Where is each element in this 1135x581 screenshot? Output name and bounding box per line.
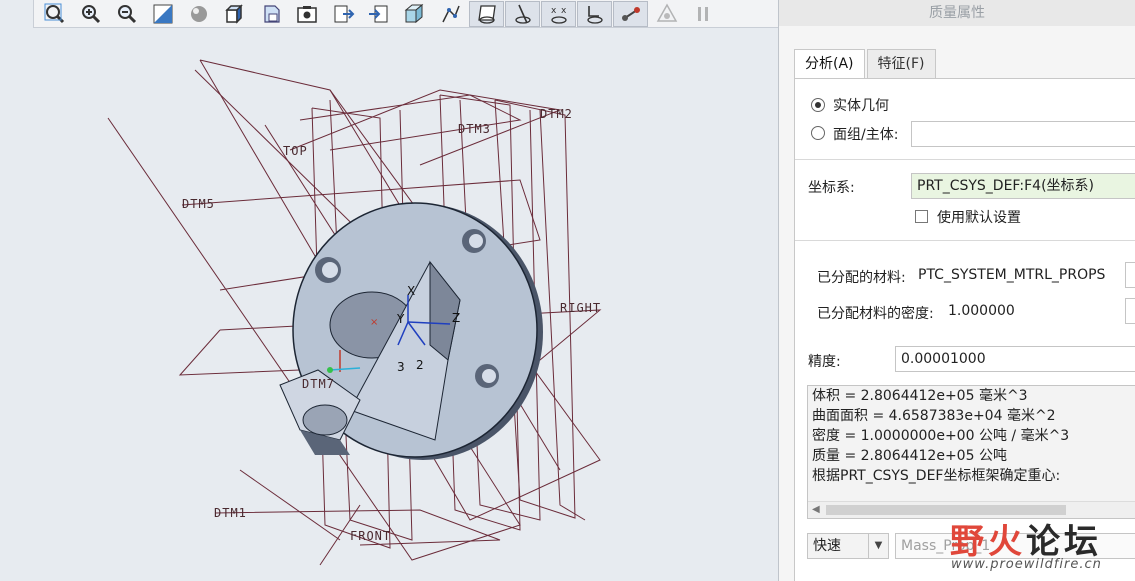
datum-display-icon[interactable] — [325, 1, 360, 27]
annotation-icon[interactable] — [613, 0, 648, 27]
use-default-checkbox[interactable] — [915, 210, 928, 223]
part-model — [279, 202, 543, 460]
svg-text:x: x — [551, 6, 557, 16]
results-output[interactable]: 体积 = 2.8064412e+05 毫米^3 曲面面积 = 4.6587383… — [807, 385, 1135, 519]
analysis-panel: 实体几何 面组/主体: 坐标系: PRT_CSYS_DEF:F4(坐标系) 使用… — [794, 78, 1135, 581]
scroll-left-icon[interactable]: ◀ — [812, 504, 820, 515]
datum-label-top: TOP — [283, 144, 308, 158]
graphics-window[interactable]: × TOP DTM3 DTM2 DTM5 RIGHT DTM7 DTM1 FRO… — [0, 28, 778, 581]
scroll-thumb[interactable] — [826, 505, 1066, 515]
precision-field[interactable]: 0.00001000 — [895, 346, 1135, 372]
pause-icon[interactable] — [685, 1, 720, 27]
assigned-material-value: PTC_SYSTEM_MTRL_PROPS — [918, 267, 1106, 283]
axis-label-y: Y — [397, 312, 405, 326]
result-line-mass: 质量 = 2.8064412e+05 公吨 — [812, 448, 1007, 464]
divider — [795, 159, 1135, 160]
datum-label-dtm2: DTM2 — [540, 107, 573, 121]
view-manager-icon[interactable] — [253, 1, 288, 27]
dialog-tabs: 分析(A) 特征(F) — [794, 49, 938, 79]
results-scrollbar[interactable]: ◀ — [808, 501, 1135, 518]
solid-geometry-label: 实体几何 — [833, 98, 889, 114]
view-toolbar: xx — [33, 0, 778, 28]
display-style-icon[interactable] — [181, 1, 216, 27]
repaint-icon[interactable] — [145, 1, 180, 27]
quilt-body-field[interactable] — [911, 121, 1135, 147]
solid-geometry-radio[interactable] — [811, 98, 825, 112]
datum-planes-icon[interactable] — [469, 0, 504, 27]
assigned-material-label: 已分配的材料: — [817, 270, 906, 286]
datum-label-dtm3: DTM3 — [458, 122, 491, 136]
axis-label-2: 2 — [416, 358, 424, 372]
datum-label-dtm1: DTM1 — [214, 506, 247, 520]
result-line-center-of-gravity: 根据PRT_CSYS_DEF坐标框架确定重心: — [812, 468, 1061, 484]
material-button[interactable] — [1125, 262, 1135, 288]
datum-label-right: RIGHT — [560, 301, 602, 315]
material-density-value: 1.000000 — [948, 303, 1015, 319]
quilt-body-label: 面组/主体: — [833, 127, 899, 143]
divider — [795, 240, 1135, 241]
result-line-density: 密度 = 1.0000000e+00 公吨 / 毫米^3 — [812, 428, 1070, 444]
csys-label: 坐标系: — [808, 180, 855, 196]
datum-axes-icon[interactable] — [505, 0, 540, 27]
axis-label-x: X — [407, 284, 416, 298]
section-icon[interactable] — [397, 1, 432, 27]
result-line-surface-area: 曲面面积 = 4.6587383e+04 毫米^2 — [812, 408, 1056, 424]
analysis-name-field[interactable]: Mass_Prop_1 — [895, 533, 1135, 559]
mode-select-value: 快速 — [813, 538, 841, 554]
tab-analysis[interactable]: 分析(A) — [794, 49, 865, 79]
csys-display-icon[interactable] — [577, 0, 612, 27]
svg-text:×: × — [370, 317, 378, 328]
dialog-title: 质量属性 — [779, 0, 1135, 26]
zoom-out-icon[interactable] — [109, 1, 144, 27]
svg-text:x: x — [561, 6, 567, 16]
perspective-icon[interactable] — [289, 1, 324, 27]
tab-feature[interactable]: 特征(F) — [866, 49, 936, 78]
datum-label-dtm7: DTM7 — [302, 377, 335, 391]
datum-label-dtm5: DTM5 — [182, 197, 215, 211]
density-button[interactable] — [1125, 298, 1135, 324]
material-density-label: 已分配材料的密度: — [817, 306, 934, 322]
result-line-volume: 体积 = 2.8064412e+05 毫米^3 — [812, 388, 1028, 404]
datum-points-icon[interactable]: xx — [541, 0, 576, 27]
axis-label-z: Z — [452, 311, 461, 325]
zoom-in-icon[interactable] — [73, 1, 108, 27]
zoom-fit-icon[interactable] — [37, 1, 72, 27]
mass-properties-dialog: 质量属性 分析(A) 特征(F) 实体几何 面组/主体: 坐标系: PRT_CS… — [778, 0, 1135, 581]
datum-label-front: FRONT — [350, 529, 392, 543]
use-default-label: 使用默认设置 — [937, 210, 1021, 226]
point-display-icon[interactable] — [433, 1, 468, 27]
csys-field[interactable]: PRT_CSYS_DEF:F4(坐标系) — [911, 173, 1135, 199]
chevron-down-icon[interactable]: ▼ — [868, 534, 888, 558]
reorient-icon[interactable] — [361, 1, 396, 27]
axis-label-3: 3 — [397, 360, 405, 374]
model-canvas: × — [107, 59, 602, 566]
spin-center-icon[interactable] — [649, 1, 684, 27]
saved-views-icon[interactable] — [217, 1, 252, 27]
precision-label: 精度: — [808, 354, 841, 370]
quilt-body-radio[interactable] — [811, 126, 825, 140]
mode-select[interactable]: 快速 ▼ — [807, 533, 889, 559]
